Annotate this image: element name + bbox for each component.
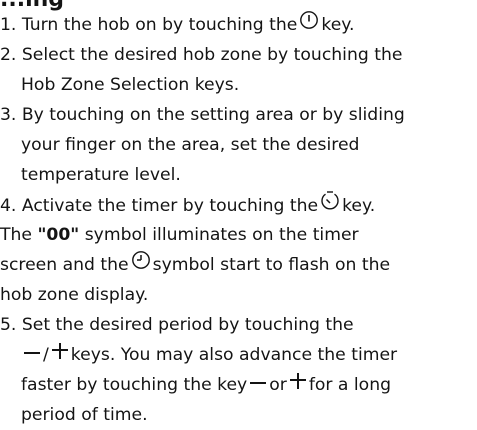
- step-4: 4. Activate the timer by touching the key…: [0, 190, 477, 220]
- step-5-continued: faster by touching the key or for a long: [0, 370, 477, 400]
- note-line-3: hob zone display.: [0, 285, 149, 305]
- clock-icon: [131, 250, 151, 280]
- timer-code: "00": [37, 225, 80, 245]
- minus-icon: [23, 340, 41, 370]
- step-2: 2. Select the desired hob zone by touchi…: [0, 45, 403, 65]
- slash-separator: /: [43, 345, 49, 365]
- step-number: 2.: [0, 45, 22, 65]
- timer-icon: [320, 190, 340, 222]
- step-3-continued: temperature level.: [21, 165, 181, 185]
- minus-icon: [249, 370, 267, 400]
- power-icon: [299, 10, 319, 40]
- instruction-page: ...ing 1. Turn the hob on by touching th…: [0, 0, 477, 425]
- note-line-1: The "00" symbol illuminates on the timer: [0, 225, 359, 245]
- step-3-continued: your finger on the area, set the desired: [21, 135, 360, 155]
- plus-icon: [51, 340, 69, 370]
- step-number: 4.: [0, 196, 22, 216]
- step-5: 5. Set the desired period by touching th…: [0, 315, 354, 335]
- instruction-list: 1. Turn the hob on by touching the key. 2…: [0, 10, 477, 430]
- step-number: 3.: [0, 105, 22, 125]
- note-line-2: screen and the symbol start to flash on t…: [0, 250, 477, 280]
- step-3: 3. By touching on the setting area or by…: [0, 105, 405, 125]
- step-number: 5.: [0, 315, 22, 335]
- step-5-continued: period of time.: [21, 405, 148, 425]
- step-2-continued: Hob Zone Selection keys.: [21, 75, 240, 95]
- step-5-continued: / keys. You may also advance the timer: [0, 340, 477, 370]
- step-number: 1.: [0, 15, 22, 35]
- plus-icon: [289, 370, 307, 400]
- step-1: 1. Turn the hob on by touching the key.: [0, 10, 477, 40]
